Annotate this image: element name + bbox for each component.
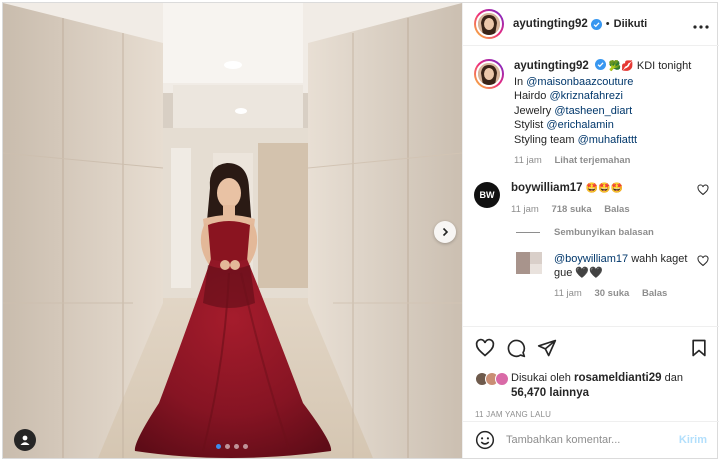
more-horizontal-icon [693, 25, 709, 29]
chevron-right-icon [442, 227, 449, 237]
photo-illustration [3, 3, 462, 458]
emoji-icon[interactable] [475, 430, 495, 450]
mention-link[interactable]: @maisonbaazcouture [526, 76, 633, 88]
mention-link[interactable]: @boywilliam17 [554, 253, 628, 265]
comment-bubble-icon[interactable] [506, 338, 526, 358]
hide-replies-button[interactable]: Sembunyikan balasan [516, 227, 709, 238]
caption-line5-prefix: Stylist [514, 119, 547, 131]
post-dialog: ayutingting92 • Diikuti ayutingting92 🥦💋… [2, 2, 719, 459]
caption-username[interactable]: ayutingting92 [514, 60, 589, 72]
caption-avatar[interactable] [474, 59, 504, 89]
verified-badge-icon [590, 18, 602, 30]
comment-input[interactable] [506, 434, 679, 446]
mention-link[interactable]: @tasheen_diart [554, 105, 632, 117]
follow-status-button[interactable]: Diikuti [614, 18, 648, 30]
comment-text: 🤩🤩🤩 [585, 182, 624, 194]
post-photo[interactable] [3, 3, 462, 458]
caption-line3-prefix: Hairdo [514, 90, 550, 102]
mention-link[interactable]: @kriznafahrezi [549, 90, 623, 102]
user-tags-button[interactable] [14, 429, 36, 451]
avatar-image [478, 63, 500, 85]
post-caption: ayutingting92 🥦💋 KDI tonight In @maisonb… [474, 59, 709, 169]
reply-time[interactable]: 11 jam [554, 288, 582, 299]
caption-emojis: 🥦💋 [608, 61, 634, 72]
heart-icon[interactable] [697, 254, 709, 267]
likes-mid: dan [661, 372, 683, 384]
caption-time[interactable]: 11 jam [514, 155, 542, 166]
post-header: ayutingting92 • Diikuti [463, 3, 719, 46]
reply-likes[interactable]: 30 suka [594, 288, 629, 299]
author-avatar[interactable] [474, 9, 504, 39]
comment-item: BW boywilliam17 🤩🤩🤩 11 jam 718 suka Bala… [474, 181, 709, 217]
user-tag-icon [20, 435, 30, 445]
header-username[interactable]: ayutingting92 [513, 18, 588, 30]
comment-time[interactable]: 11 jam [511, 204, 539, 215]
post-side-panel: ayutingting92 • Diikuti ayutingting92 🥦💋… [462, 3, 719, 458]
carousel-dot [216, 444, 221, 449]
commenter-avatar[interactable]: BW [474, 181, 500, 208]
add-comment-bar: Kirim [463, 421, 719, 458]
caption-line4-prefix: Jewelry [514, 104, 555, 117]
avatar [495, 372, 509, 386]
likes-count[interactable]: 56,470 lainnya [511, 387, 589, 399]
commenter-username[interactable]: boywilliam17 [511, 182, 583, 194]
liker-avatars [475, 372, 509, 386]
reply-avatar[interactable] [516, 251, 542, 278]
translate-link[interactable]: Lihat terjemahan [554, 155, 630, 166]
divider [516, 231, 540, 233]
caption-line6-prefix: Styling team [514, 133, 578, 146]
caption-line2-prefix: In [514, 75, 527, 88]
post-actions: Disukai oleh rosameldianti29 dan 56,470 … [463, 326, 719, 419]
comments-section: ayutingting92 🥦💋 KDI tonight In @maisonb… [463, 47, 719, 326]
reply-button[interactable]: Balas [604, 204, 629, 215]
heart-icon[interactable] [697, 183, 709, 196]
header-separator: • [605, 18, 610, 30]
bookmark-save-icon[interactable] [689, 338, 709, 358]
reply-item: @boywilliam17 wahh kaget gue 🖤🖤 11 jam 3… [516, 251, 709, 301]
liker-username[interactable]: rosameldianti29 [574, 372, 662, 384]
avatar-image [478, 13, 500, 35]
caption-line1: KDI tonight [633, 60, 692, 72]
carousel-indicators [216, 444, 248, 449]
carousel-next-button[interactable] [434, 221, 456, 243]
verified-badge-icon [594, 59, 606, 70]
mention-link[interactable]: @erichalamin [546, 119, 613, 131]
comment-likes[interactable]: 718 suka [551, 204, 591, 215]
share-send-icon[interactable] [537, 338, 557, 358]
like-heart-icon[interactable] [475, 338, 495, 358]
reply-button[interactable]: Balas [642, 288, 667, 299]
mention-link[interactable]: @muhafiattt [578, 134, 637, 146]
hide-replies-label: Sembunyikan balasan [554, 226, 654, 238]
carousel-dot [243, 444, 248, 449]
carousel-dot [234, 444, 239, 449]
more-options-button[interactable] [693, 16, 709, 32]
post-comment-button[interactable]: Kirim [679, 434, 707, 446]
likes-prefix: Disukai oleh [511, 372, 574, 384]
post-timestamp[interactable]: 11 JAM YANG LALU [475, 410, 709, 419]
likes-summary: Disukai oleh rosameldianti29 dan 56,470 … [475, 371, 709, 401]
carousel-dot [225, 444, 230, 449]
